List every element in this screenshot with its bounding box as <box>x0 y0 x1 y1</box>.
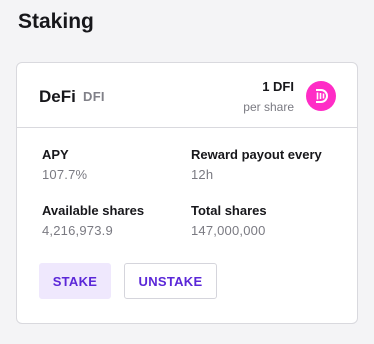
defichain-logo-icon <box>306 81 336 111</box>
stat-available-shares: Available shares 4,216,973.9 <box>42 203 144 238</box>
stat-total-shares: Total shares 147,000,000 <box>191 203 267 238</box>
stat-label: Available shares <box>42 203 145 218</box>
stat-label: APY <box>42 147 69 162</box>
stat-label: Total shares <box>191 203 267 218</box>
page-title: Staking <box>18 10 94 33</box>
staking-card: DeFi DFI 1 DFI per share APY 107.7% Rewa… <box>16 62 358 324</box>
stake-button[interactable]: STAKE <box>39 263 111 299</box>
unstake-button[interactable]: UNSTAKE <box>124 263 217 299</box>
share-price-value: 1 DFI <box>262 79 294 94</box>
card-header: DeFi DFI 1 DFI per share <box>17 63 357 128</box>
share-price-unit: per share <box>243 100 294 114</box>
stat-value: 147,000,000 <box>191 223 266 238</box>
defichain-logo-glyph <box>316 89 328 103</box>
stat-value: 4,216,973.9 <box>42 223 113 238</box>
stat-value: 12h <box>191 167 214 182</box>
token-symbol: DFI <box>83 89 105 104</box>
stat-reward-payout: Reward payout every 12h <box>191 147 322 182</box>
stat-label: Reward payout every <box>191 147 322 162</box>
stat-apy: APY 107.7% <box>42 147 87 182</box>
token-name: DeFi <box>39 87 76 106</box>
stat-value: 107.7% <box>42 167 88 182</box>
